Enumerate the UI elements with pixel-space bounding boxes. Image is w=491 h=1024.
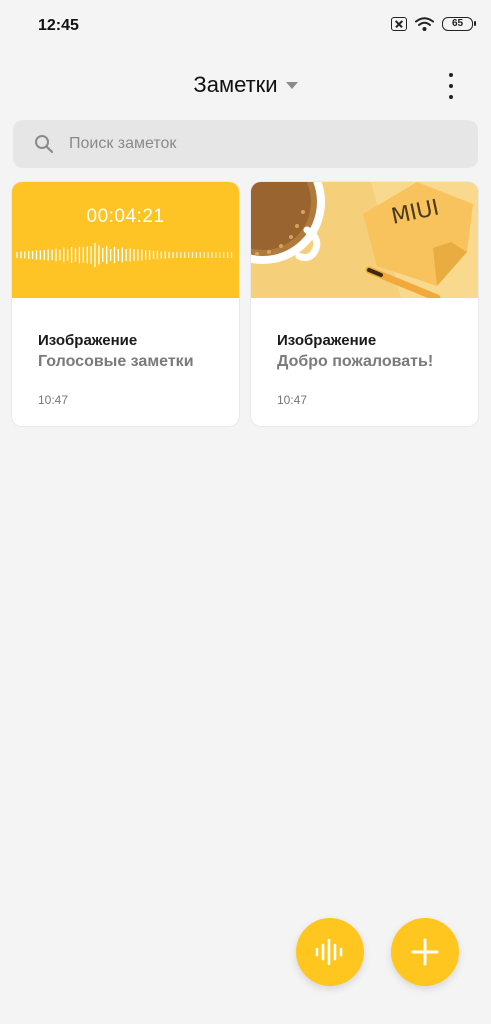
battery-indicator: 65 [442,17,476,31]
voice-wave-icon [315,939,343,965]
new-voice-note-button[interactable] [296,918,364,986]
more-options-button[interactable] [441,73,461,99]
note-title: Изображение [277,332,377,349]
more-dot-icon [449,95,453,99]
page-title: Заметки [193,72,278,97]
note-card-voice[interactable]: 00:04:21 Изображение Голосовые заметки 1… [12,182,239,426]
voice-note-preview: 00:04:21 [12,182,239,298]
voice-duration: 00:04:21 [86,206,165,227]
plus-icon [411,938,439,966]
caret-down-icon [285,81,298,89]
search-input[interactable]: Поиск заметок [69,120,176,168]
status-bar: 12:45 65 [0,0,491,54]
wifi-icon [415,17,434,31]
folder-selector[interactable]: Заметки [0,72,491,98]
welcome-illustration: MIUI [251,182,478,298]
status-time: 12:45 [38,17,79,34]
no-sim-icon [391,17,407,31]
note-time: 10:47 [277,393,308,407]
more-dot-icon [449,84,453,88]
more-dot-icon [449,73,453,77]
add-note-button[interactable] [391,918,459,986]
waveform-icon [16,243,233,267]
note-card-welcome[interactable]: MIUI Изображение Добро пожаловать! 10:47 [251,182,478,426]
search-icon [35,135,54,154]
search-bar[interactable]: Поиск заметок [13,120,478,168]
note-subtitle: Добро пожаловать! [277,353,434,370]
header: Заметки [0,60,491,110]
note-time: 10:47 [38,393,69,407]
status-icons: 65 [391,17,476,31]
note-subtitle: Голосовые заметки [38,353,194,370]
note-title: Изображение [38,332,138,349]
